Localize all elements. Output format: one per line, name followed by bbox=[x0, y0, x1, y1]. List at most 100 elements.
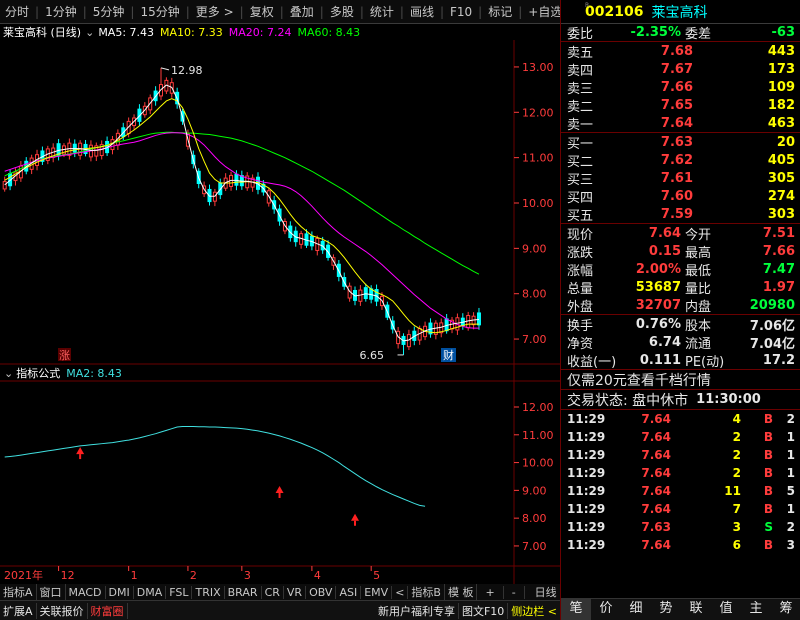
tick-price: 7.64 bbox=[641, 502, 671, 516]
tab-obv[interactable]: OBV bbox=[306, 585, 337, 599]
indicator-tick-label: 7.00 bbox=[522, 540, 547, 553]
tab-vr[interactable]: VR bbox=[284, 585, 307, 599]
outer-value: 32707 bbox=[635, 297, 681, 313]
stats-button[interactable]: 统计 bbox=[365, 3, 399, 20]
buy-row[interactable]: 买二 7.62 405 bbox=[561, 151, 800, 170]
buy-row[interactable]: 买三 7.61 305 bbox=[561, 169, 800, 188]
pe-value: 17.2 bbox=[762, 352, 795, 368]
zhang-badge[interactable]: 涨 bbox=[59, 349, 70, 362]
trading-status: 交易状态: 盘中休市 11:30:00 bbox=[561, 390, 800, 410]
tab-fsl[interactable]: FSL bbox=[166, 585, 193, 599]
tick-volume: 4 bbox=[732, 412, 741, 426]
tab-macd[interactable]: MACD bbox=[66, 585, 106, 599]
related-quote-button[interactable]: 关联报价 bbox=[37, 602, 88, 619]
tab-detail[interactable]: 细 bbox=[621, 599, 651, 620]
tab-1min[interactable]: 1分钟 bbox=[40, 3, 82, 20]
sell2-vol: 182 bbox=[767, 97, 795, 113]
sell-row[interactable]: 卖三 7.66 109 bbox=[561, 78, 800, 97]
tick-side: B bbox=[763, 538, 773, 552]
level2-promo[interactable]: 仅需20元查看千档行情 bbox=[561, 370, 800, 390]
expand-a-button[interactable]: 扩展A bbox=[0, 602, 37, 619]
sell3-price: 7.66 bbox=[660, 79, 693, 95]
new-user-promo-link[interactable]: 新用户福利专享 bbox=[375, 602, 459, 619]
tab-chips[interactable]: 筹 bbox=[771, 599, 800, 620]
tab-scroll-left[interactable]: < bbox=[392, 585, 409, 599]
buy-row[interactable]: 买一 7.63 20 bbox=[561, 133, 800, 152]
nav-label: 净资 bbox=[567, 336, 594, 352]
overlay-button[interactable]: 叠加 bbox=[285, 3, 319, 20]
tab-cr[interactable]: CR bbox=[262, 585, 284, 599]
f10-text-button[interactable]: 图文F10 bbox=[459, 602, 509, 619]
wealth-circle-button[interactable]: 财富圈 bbox=[88, 602, 128, 619]
buy-row[interactable]: 买四 7.60 274 bbox=[561, 187, 800, 206]
sell2-price: 7.65 bbox=[660, 97, 693, 113]
indicator-tabbar: 指标A 窗口 MACD DMI DMA FSL TRIX BRAR CR VR … bbox=[0, 584, 560, 600]
more-menu-button[interactable]: 更多 > bbox=[191, 3, 239, 20]
tab-trix[interactable]: TRIX bbox=[192, 585, 225, 599]
tab-trades[interactable]: 笔 bbox=[561, 599, 591, 620]
tab-window[interactable]: 窗口 bbox=[37, 584, 66, 600]
tab-dma[interactable]: DMA bbox=[134, 585, 167, 599]
kline-chart[interactable]: 13.0012.0011.0010.009.008.007.00 12.0011… bbox=[0, 24, 560, 584]
zoom-out-button[interactable]: - bbox=[504, 585, 525, 599]
tab-trend[interactable]: 势 bbox=[651, 599, 681, 620]
tab-dmi[interactable]: DMI bbox=[106, 585, 134, 599]
low-value: 7.47 bbox=[762, 261, 795, 277]
time-label: 1 bbox=[131, 569, 138, 582]
candle-body bbox=[363, 287, 368, 300]
f10-button[interactable]: F10 bbox=[445, 5, 477, 19]
mark-button[interactable]: 标记 bbox=[483, 3, 517, 20]
sidebar-toggle-button[interactable]: 侧边栏 < bbox=[508, 603, 560, 619]
webi-row: 委比 -2.35% 委差 -63 bbox=[561, 24, 800, 42]
tick-price: 7.64 bbox=[641, 430, 671, 444]
webi-value: -2.35% bbox=[630, 25, 682, 40]
tab-asi[interactable]: ASI bbox=[336, 585, 362, 599]
tick-row: 11:29 7.64 6 B 3 bbox=[561, 536, 800, 554]
tick-price: 7.64 bbox=[641, 412, 671, 426]
quote-block: 现价 7.64 今开 7.51 涨跌 0.15 最高 7.66 涨幅 2.00% 最低 7.47 … bbox=[561, 224, 800, 315]
indicator-menu-icon[interactable]: ⌄ bbox=[4, 367, 13, 380]
turnover-value: 0.76% bbox=[635, 316, 681, 332]
tab-template[interactable]: 模 板 bbox=[445, 584, 478, 600]
chevron-down-icon[interactable]: ⌄ bbox=[85, 26, 94, 39]
promo-text[interactable]: 仅需20元查看千档行情 bbox=[561, 370, 711, 390]
quote-panel: R 002106 莱宝高科 委比 -2.35% 委差 -63 卖五 7.68 443… bbox=[560, 0, 800, 620]
sell-row[interactable]: 卖四 7.67 173 bbox=[561, 60, 800, 79]
period-label[interactable]: 日线 bbox=[525, 584, 560, 600]
tick-list[interactable]: 11:29 7.64 4 B 2 11:29 7.64 2 B 1 11:29 7.64 2 B 1 11:2… bbox=[561, 410, 800, 554]
sell-row[interactable]: 卖一 7.64 463 bbox=[561, 114, 800, 133]
cai-badge[interactable]: 财 bbox=[443, 348, 454, 362]
stock-code: 002106 bbox=[585, 3, 644, 20]
indicator-name[interactable]: 指标公式 bbox=[16, 365, 60, 381]
volume-value: 53687 bbox=[635, 279, 681, 295]
turnover-label: 换手 bbox=[567, 318, 594, 334]
tab-value[interactable]: 值 bbox=[711, 599, 741, 620]
tab-indicator-b[interactable]: 指标B bbox=[408, 584, 445, 600]
tick-time: 11:29 bbox=[567, 520, 606, 534]
tab-15min[interactable]: 15分钟 bbox=[135, 3, 184, 20]
tab-5min[interactable]: 5分钟 bbox=[88, 3, 130, 20]
tick-row: 11:29 7.63 3 S 2 bbox=[561, 518, 800, 536]
tab-emv[interactable]: EMV bbox=[361, 585, 393, 599]
tab-price[interactable]: 价 bbox=[591, 599, 621, 620]
draw-line-button[interactable]: 画线 bbox=[405, 3, 439, 20]
tab-brar[interactable]: BRAR bbox=[225, 585, 262, 599]
tick-row: 11:29 7.64 11 B 5 bbox=[561, 482, 800, 500]
sell-row[interactable]: 卖二 7.65 182 bbox=[561, 96, 800, 115]
tab-main[interactable]: 主 bbox=[741, 599, 771, 620]
tab-indicator-a[interactable]: 指标A bbox=[0, 584, 37, 600]
candle-body bbox=[234, 173, 239, 186]
zoom-in-button[interactable]: + bbox=[477, 585, 504, 599]
inner-value: 20980 bbox=[749, 297, 795, 313]
sell4-label: 卖四 bbox=[567, 63, 594, 79]
tab-related[interactable]: 联 bbox=[681, 599, 711, 620]
buy-row[interactable]: 买五 7.59 303 bbox=[561, 205, 800, 224]
multi-stock-button[interactable]: 多股 bbox=[325, 3, 359, 20]
ma2-label: MA2: 8.43 bbox=[66, 366, 122, 380]
tick-row: 11:29 7.64 7 B 1 bbox=[561, 500, 800, 518]
sell1-label: 卖一 bbox=[567, 117, 594, 133]
fuquan-button[interactable]: 复权 bbox=[245, 3, 279, 20]
sell-row[interactable]: 卖五 7.68 443 bbox=[561, 42, 800, 61]
quote-row: 现价 7.64 今开 7.51 bbox=[561, 224, 800, 243]
tab-fenshi[interactable]: 分时 bbox=[0, 3, 34, 20]
